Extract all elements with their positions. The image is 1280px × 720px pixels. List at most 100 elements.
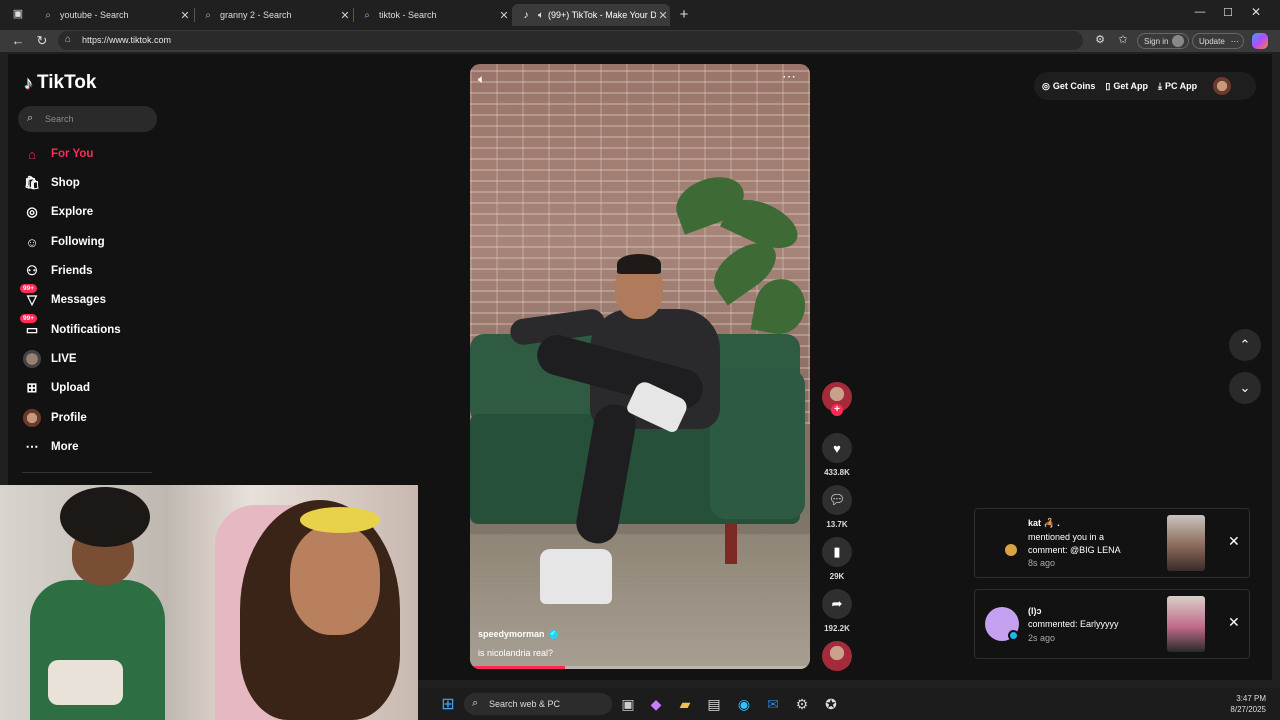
- refresh-button[interactable]: ↻: [32, 33, 52, 49]
- address-bar[interactable]: ⌂ https://www.tiktok.com: [58, 31, 1083, 50]
- copilot-icon[interactable]: [1252, 33, 1268, 49]
- extensions-icon[interactable]: ⚙: [1090, 33, 1110, 46]
- tab-tiktok-search[interactable]: ⌕ tiktok - Search ✕: [353, 4, 511, 26]
- notification-avatar: [1005, 544, 1017, 556]
- close-icon[interactable]: ✕: [1228, 533, 1240, 550]
- video-author[interactable]: speedymorman ✓: [478, 629, 558, 639]
- phone-icon: ▯: [1105, 80, 1111, 91]
- video-player[interactable]: 🔈︎ ⋯ speedymorman ✓ is nicolandria real?: [470, 64, 810, 669]
- sidebar-item-explore[interactable]: ◎ Explore: [22, 200, 93, 224]
- app-icon[interactable]: ✪: [821, 694, 841, 714]
- sign-in-button[interactable]: Sign in: [1137, 33, 1189, 49]
- more-options-icon[interactable]: ⋯: [782, 68, 796, 85]
- back-button[interactable]: ←: [8, 33, 28, 48]
- search-input[interactable]: ⌕ Search: [18, 106, 157, 132]
- sidebar-item-label: Profile: [51, 412, 87, 424]
- previous-video-button[interactable]: ⌃: [1229, 329, 1261, 361]
- video-sneaker: [540, 549, 612, 604]
- minimize-button[interactable]: —: [1190, 6, 1210, 18]
- tab-actions-icon[interactable]: ▣: [8, 7, 28, 20]
- notification-thumbnail[interactable]: [1167, 596, 1205, 652]
- notification-text: comment: @BIG LENA: [1028, 545, 1121, 555]
- close-icon[interactable]: ✕: [497, 9, 511, 22]
- task-view-icon[interactable]: ▣: [618, 694, 638, 714]
- maximize-button[interactable]: ☐: [1218, 6, 1238, 19]
- tiktok-icon: ♪: [24, 72, 33, 93]
- search-icon: ⌕: [472, 697, 479, 709]
- tiktok-logo[interactable]: ♪ TikTok: [24, 72, 96, 94]
- chevron-up-icon: ⌃: [1239, 337, 1251, 352]
- outlook-icon[interactable]: ✉: [763, 694, 783, 714]
- video-progress-bar[interactable]: [470, 666, 810, 669]
- compass-icon: ◎: [26, 204, 38, 219]
- share-button[interactable]: ➦ 192.2K: [820, 589, 854, 633]
- sidebar-item-live[interactable]: LIVE: [22, 347, 77, 371]
- close-icon[interactable]: ✕: [1228, 614, 1240, 631]
- comment-count: 13.7K: [826, 520, 848, 529]
- sidebar-item-shop[interactable]: 🛍︎ Shop: [22, 171, 80, 195]
- update-button[interactable]: Update ⋯: [1192, 33, 1244, 49]
- close-icon[interactable]: ✕: [178, 9, 192, 22]
- volume-icon[interactable]: 🔈︎: [478, 72, 485, 87]
- get-coins-button[interactable]: ◎ Get Coins: [1042, 81, 1095, 92]
- sidebar-item-following[interactable]: ☺︎ Following: [22, 230, 105, 254]
- webcam-person: [290, 525, 380, 635]
- sidebar-item-friends[interactable]: ⚇ Friends: [22, 259, 92, 283]
- sidebar-item-messages[interactable]: ▽ 99+ Messages: [20, 284, 106, 312]
- taskbar-search-label: Search web & PC: [489, 699, 561, 709]
- pc-app-label: PC App: [1164, 81, 1198, 91]
- messages-icon: ▽ 99+: [20, 284, 42, 310]
- sidebar-item-for-you[interactable]: ⌂ For You: [22, 142, 93, 166]
- notification-user: (l)ɔ: [1028, 606, 1042, 616]
- taskbar-clock[interactable]: 3:47 PM 8/27/2025: [1230, 693, 1266, 715]
- close-icon[interactable]: ✕: [338, 9, 352, 22]
- friends-icon: ⚇: [26, 263, 38, 278]
- next-video-button[interactable]: ⌄: [1229, 372, 1261, 404]
- taskbar-search[interactable]: ⌕ Search web & PC: [464, 693, 612, 715]
- sound-avatar-button[interactable]: [820, 641, 854, 671]
- profile-avatar[interactable]: [1213, 77, 1232, 95]
- notification-toast[interactable]: kat 🦂 . mentioned you in a comment: @BIG…: [974, 508, 1250, 578]
- get-app-button[interactable]: ▯ Get App: [1105, 81, 1148, 92]
- pc-app-button[interactable]: ⤓ PC App: [1158, 81, 1197, 92]
- browser-tab-bar: ▣ ⌕ youtube - Search ✕ ⌕ granny 2 - Sear…: [0, 0, 1280, 30]
- copilot-icon[interactable]: ◆: [646, 694, 666, 714]
- favorites-icon[interactable]: ✩: [1113, 33, 1133, 46]
- close-icon[interactable]: ✕: [656, 9, 670, 22]
- close-window-button[interactable]: ✕: [1246, 5, 1266, 19]
- notification-time: 2s ago: [1028, 633, 1056, 643]
- store-icon[interactable]: ▤: [704, 694, 724, 714]
- sidebar-item-upload[interactable]: ⊞ Upload: [22, 376, 90, 400]
- search-icon: ⌕: [27, 112, 34, 124]
- sidebar-item-label: More: [51, 441, 79, 453]
- tab-granny[interactable]: ⌕ granny 2 - Search ✕: [194, 4, 352, 26]
- follow-plus-icon[interactable]: +: [831, 404, 843, 416]
- search-icon: ⌕: [45, 9, 51, 21]
- sidebar-item-profile[interactable]: Profile: [22, 406, 87, 430]
- site-info-icon[interactable]: ⌂: [65, 34, 71, 45]
- save-button[interactable]: ▮ 29K: [820, 537, 854, 581]
- clock-date: 8/27/2025: [1230, 705, 1266, 714]
- sidebar-item-more[interactable]: ⋯ More: [22, 435, 79, 459]
- like-button[interactable]: ♥ 433.8K: [820, 433, 854, 477]
- tab-youtube[interactable]: ⌕ youtube - Search ✕: [34, 4, 192, 26]
- profile-avatar-icon: [1172, 35, 1185, 47]
- speaker-icon[interactable]: 🔈︎: [538, 10, 544, 21]
- steam-icon[interactable]: ⚙: [792, 694, 812, 714]
- webcam-person: [60, 487, 150, 547]
- comment-button[interactable]: 💬︎ 13.7K: [820, 485, 854, 529]
- notification-thumbnail[interactable]: [1167, 515, 1205, 571]
- sidebar-item-label: Following: [51, 236, 105, 248]
- windows-start-icon[interactable]: ⊞: [438, 694, 458, 714]
- edge-icon[interactable]: ◉: [734, 694, 754, 714]
- new-tab-button[interactable]: +: [674, 6, 694, 23]
- notification-toast[interactable]: (l)ɔ commented: Earlyyyyy 2s ago ✕: [974, 589, 1250, 659]
- tab-tiktok[interactable]: ♪ 🔈︎ (99+) TikTok - Make Your Day ✕: [512, 4, 670, 26]
- video-person: [617, 254, 661, 274]
- sidebar-item-notifications[interactable]: ▭ 99+ Notifications: [20, 314, 121, 342]
- sidebar-item-label: Notifications: [51, 324, 121, 336]
- author-avatar-button[interactable]: +: [820, 382, 854, 416]
- file-explorer-icon[interactable]: ▰: [675, 694, 695, 714]
- url-text: https://www.tiktok.com: [82, 35, 172, 45]
- sidebar-divider: [22, 472, 152, 473]
